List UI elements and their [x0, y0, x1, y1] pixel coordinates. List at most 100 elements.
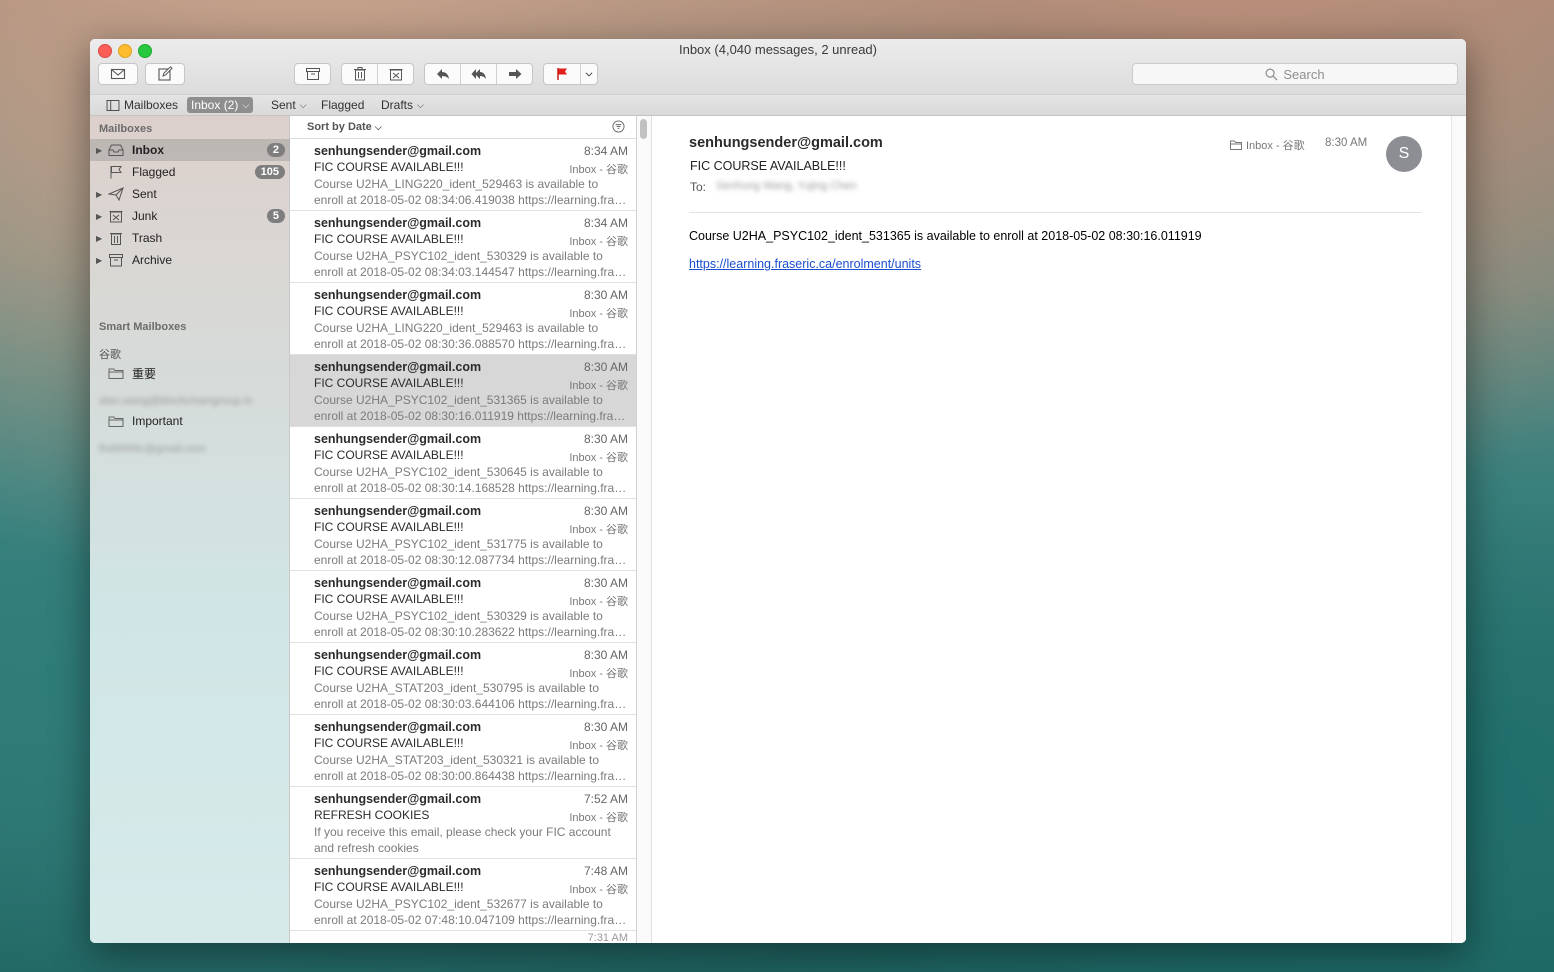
mailbox-actions-group: [294, 63, 331, 85]
reply-group: [424, 63, 533, 85]
sidebar-account-header[interactable]: fhd9999c@gmail.com: [99, 443, 206, 455]
disclosure-triangle-icon[interactable]: ▶: [96, 146, 106, 155]
favorites-drafts-label: Drafts: [381, 98, 414, 112]
sidebar-item-label: Sent: [132, 187, 157, 201]
disclosure-triangle-icon[interactable]: ▶: [96, 190, 106, 199]
message-preview-line: Course U2HA_LING220_ident_529463 is avai…: [314, 321, 599, 335]
message-row[interactable]: senhungsender@gmail.com 8:34 AM FIC COURSE…: [290, 211, 636, 283]
sidebar-item-important[interactable]: Important: [90, 410, 290, 432]
message-subject: FIC COURSE AVAILABLE!!!: [314, 376, 464, 390]
chevron-down-icon: ⌵: [374, 122, 382, 132]
message-row[interactable]: senhungsender@gmail.com 7:52 AM REFRESH CO…: [290, 787, 636, 859]
message-row[interactable]: senhungsender@gmail.com 8:30 AM FIC COURSE…: [290, 715, 636, 787]
message-row[interactable]: senhungsender@gmail.com 7:48 AM FIC COURSE…: [290, 859, 636, 931]
sidebar-item-flagged[interactable]: Flagged 105: [90, 161, 290, 183]
message-preview-line: Course U2HA_PSYC102_ident_530329 is avai…: [314, 249, 603, 263]
sidebar-item-inbox[interactable]: ▶ Inbox 2: [90, 139, 290, 161]
sidebar-item-important-google[interactable]: 重要: [90, 362, 290, 384]
enrolment-link[interactable]: https://learning.fraseric.ca/enrolment/u…: [689, 257, 921, 271]
message-time: 7:48 AM: [583, 864, 628, 878]
message-preview-line: enroll at 2018-05-02 08:30:36.088570 htt…: [314, 337, 628, 351]
message-preview-line: enroll at 2018-05-02 08:30:16.011919 htt…: [314, 409, 628, 423]
favorites-sent-button[interactable]: Sent ⌵: [267, 97, 311, 113]
favorites-flagged-button[interactable]: Flagged: [317, 97, 368, 113]
disclosure-triangle-icon[interactable]: ▶: [96, 212, 106, 221]
archive-button[interactable]: [295, 64, 330, 84]
unread-badge: 2: [266, 143, 285, 157]
message-row[interactable]: senhungsender@gmail.com 8:34 AM FIC COURSE…: [290, 139, 636, 211]
message-preview-line: and refresh cookies: [314, 841, 419, 855]
reply-button[interactable]: [425, 64, 461, 84]
message-row[interactable]: senhungsender@gmail.com 8:30 AM FIC COURSE…: [290, 571, 636, 643]
message-preview-line: Course U2HA_PSYC102_ident_531775 is avai…: [314, 537, 603, 551]
folder-icon: [108, 366, 126, 380]
favorites-flagged-label: Flagged: [321, 98, 365, 112]
partial-message-row[interactable]: 7:31 AM: [290, 932, 636, 943]
message-subject: FIC COURSE AVAILABLE!!!: [314, 448, 464, 462]
junk-button[interactable]: [378, 64, 413, 84]
message-time: 8:30 AM: [583, 432, 628, 446]
junk-count-badge: 5: [266, 209, 285, 223]
message-subject: FIC COURSE AVAILABLE!!!: [314, 736, 464, 750]
disclosure-triangle-icon[interactable]: ▶: [96, 256, 106, 265]
message-row[interactable]: senhungsender@gmail.com 8:30 AM FIC COURSE…: [290, 283, 636, 355]
recipient-names[interactable]: Senhung Wang, Yujing Chen: [716, 180, 857, 192]
sort-by-date-button[interactable]: Sort by Date ⌵: [307, 121, 382, 133]
message-sender: senhungsender@gmail.com: [314, 792, 482, 806]
message-sender: senhungsender@gmail.com: [314, 648, 482, 662]
forward-arrow-icon: [508, 69, 521, 79]
forward-button[interactable]: [497, 64, 532, 84]
message-row[interactable]: senhungsender@gmail.com 8:30 AM FIC COURSE…: [290, 355, 636, 427]
message-preview: Course U2HA_PSYC102_ident_531775 is avai…: [314, 536, 628, 568]
favorites-inbox-button[interactable]: Inbox (2) ⌵: [187, 97, 254, 113]
sidebar-smart-mailboxes-header[interactable]: Smart Mailboxes: [99, 321, 186, 333]
compose-button[interactable]: [145, 63, 185, 85]
message-time: 8:30 AM: [583, 288, 628, 302]
reply-all-button[interactable]: [461, 64, 497, 84]
message-preview-line: Course U2HA_STAT203_ident_530795 is avai…: [314, 681, 600, 695]
message-time: 8:30 AM: [583, 360, 628, 374]
sidebar-item-label: Archive: [132, 253, 173, 267]
favorites-mailboxes-button[interactable]: Mailboxes: [102, 97, 182, 113]
search-field[interactable]: Search: [1132, 63, 1458, 85]
sidebar-item-label: Important: [132, 414, 183, 428]
favorites-sent-label: Sent: [271, 98, 296, 112]
sidebar-google-account-header[interactable]: 谷歌: [99, 346, 121, 362]
flag-button[interactable]: [544, 64, 581, 84]
scrollbar-thumb[interactable]: [640, 119, 647, 139]
sidebar-item-sent[interactable]: ▶ Sent: [90, 183, 290, 205]
message-preview: Course U2HA_LING220_ident_529463 is avai…: [314, 320, 628, 352]
message-preview: Course U2HA_PSYC102_ident_532677 is avai…: [314, 896, 628, 928]
delete-button[interactable]: [342, 64, 378, 84]
get-mail-button[interactable]: [98, 63, 138, 85]
trash-icon: [353, 67, 366, 81]
chevron-down-icon: ⌵: [417, 100, 424, 110]
message-preview: If you receive this email, please check …: [314, 824, 628, 856]
sidebar-account-header[interactable]: alan.wang@blockchaingroup.io: [99, 395, 252, 407]
archive-icon: [305, 68, 320, 80]
filter-icon[interactable]: [612, 120, 625, 133]
message-row[interactable]: senhungsender@gmail.com 8:30 AM FIC COURSE…: [290, 427, 636, 499]
message-preview: Course U2HA_PSYC102_ident_531365 is avai…: [314, 392, 628, 424]
sender-address[interactable]: senhungsender@gmail.com: [689, 135, 883, 151]
sort-label: Sort by Date: [307, 121, 372, 133]
message-preview: Course U2HA_STAT203_ident_530795 is avai…: [314, 680, 628, 712]
message-subject: FIC COURSE AVAILABLE!!!: [690, 159, 846, 173]
disclosure-triangle-icon[interactable]: ▶: [96, 234, 106, 243]
message-preview-line: enroll at 2018-05-02 08:30:00.864438 htt…: [314, 769, 628, 783]
sidebar-item-archive[interactable]: ▶ Archive: [90, 249, 290, 271]
message-row[interactable]: senhungsender@gmail.com 8:30 AM FIC COURSE…: [290, 499, 636, 571]
sidebar-item-junk[interactable]: ▶ Junk 5: [90, 205, 290, 227]
message-mailbox: Inbox - 谷歌: [569, 812, 628, 824]
message-mailbox: Inbox - 谷歌: [569, 452, 628, 464]
sidebar-item-trash[interactable]: ▶ Trash: [90, 227, 290, 249]
message-subject: FIC COURSE AVAILABLE!!!: [314, 520, 464, 534]
message-list-scrollbar[interactable]: [637, 116, 652, 943]
message-mailbox: Inbox - 谷歌: [569, 884, 628, 896]
favorites-drafts-button[interactable]: Drafts ⌵: [377, 97, 428, 113]
message-preview: Course U2HA_PSYC102_ident_530645 is avai…: [314, 464, 628, 496]
flag-menu-button[interactable]: [581, 64, 597, 84]
message-row[interactable]: senhungsender@gmail.com 8:30 AM FIC COURSE…: [290, 643, 636, 715]
paperplane-icon: [108, 187, 126, 201]
message-viewer-scrollbar[interactable]: [1451, 116, 1466, 943]
